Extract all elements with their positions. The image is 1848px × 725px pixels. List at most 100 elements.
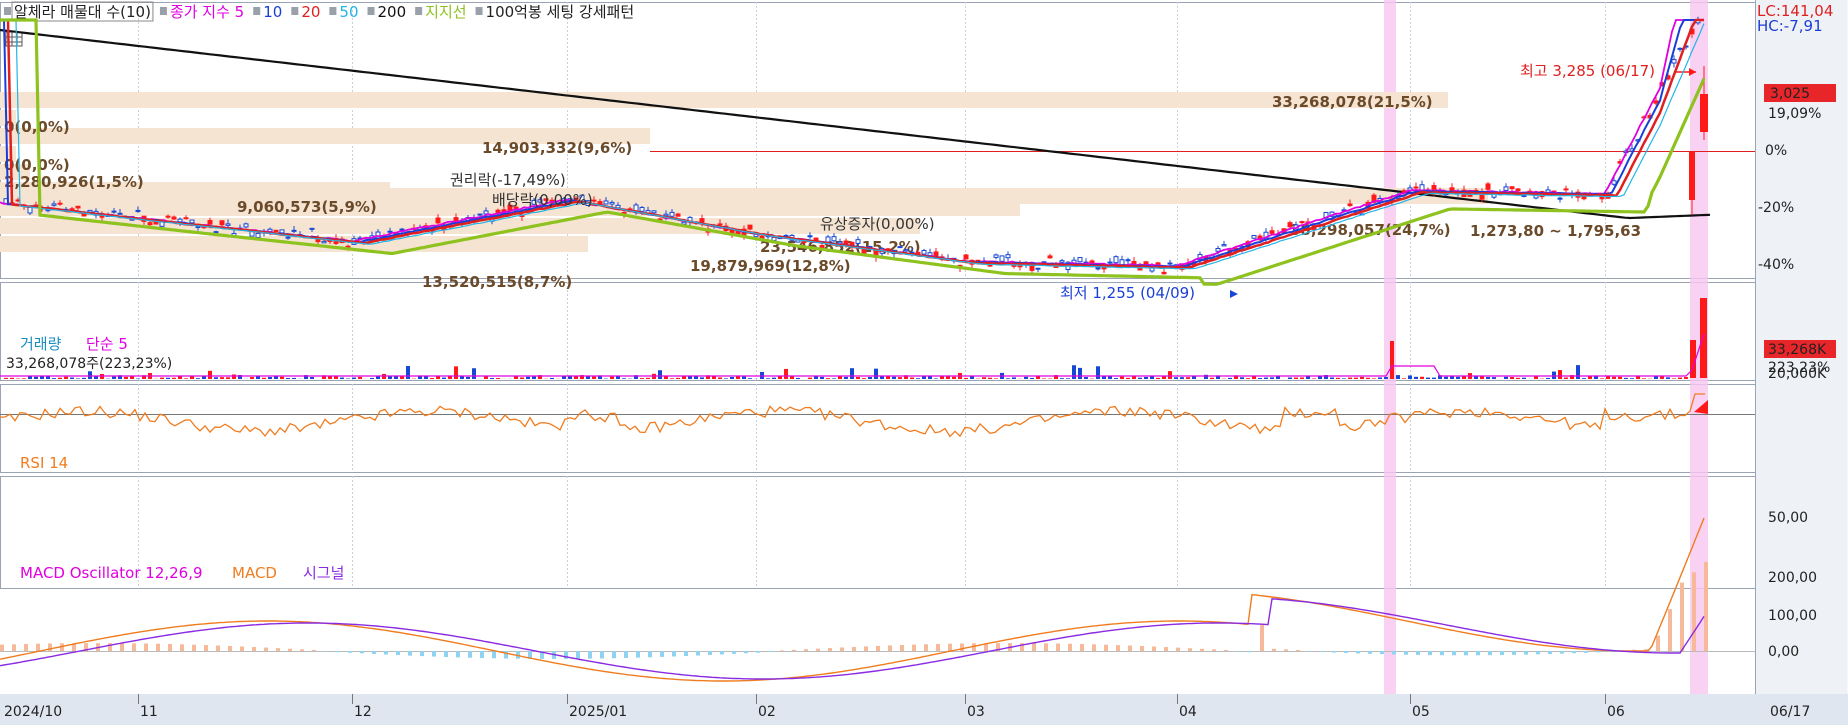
volume-bar xyxy=(1420,376,1424,379)
event-capital-increase: 유상증자(0,00%) xyxy=(820,215,935,233)
candle-body xyxy=(1563,188,1569,191)
volume-ma-label: 단순 5 xyxy=(86,335,128,353)
price-panel: 33,268,078(21,5%) 0(0,0%) 14,903,332(9,6%)… xyxy=(0,16,1755,298)
volume-band-label-7: 19,879,969(12,8%) xyxy=(690,257,851,275)
volume-bar xyxy=(916,378,920,379)
volume-bar xyxy=(1366,377,1370,379)
volume-bar xyxy=(1246,378,1250,379)
candle-body xyxy=(921,250,927,255)
volume-bar xyxy=(946,376,950,379)
macd-osc-bar xyxy=(372,651,376,654)
event-rights: 권리락(-17,49%) xyxy=(450,171,566,189)
macd-osc-bar xyxy=(288,648,292,651)
macd-osc-bar xyxy=(384,651,388,655)
candle-body xyxy=(1143,261,1149,265)
macd-osc-bar xyxy=(228,645,232,651)
volume-panel xyxy=(0,298,1707,379)
macd-osc-bar xyxy=(1368,651,1372,654)
volume-bar xyxy=(340,377,344,379)
volume-bar xyxy=(394,376,398,379)
volume-bar xyxy=(1600,378,1604,379)
candle-body xyxy=(1269,230,1275,234)
volume-bar xyxy=(1522,377,1526,379)
candle-body xyxy=(681,221,687,225)
volume-bar xyxy=(1546,377,1550,379)
macd-title: MACD Oscillator 12,26,9 xyxy=(20,564,203,582)
volume-band-label-2: 14,903,332(9,6%) xyxy=(482,139,632,157)
volume-bar xyxy=(1684,377,1688,379)
volume-bar xyxy=(1066,378,1070,379)
volume-bar xyxy=(1024,376,1028,379)
volume-bar xyxy=(436,376,440,379)
volume-bar xyxy=(10,377,14,379)
volume-bar xyxy=(172,377,176,379)
candle-body xyxy=(111,210,117,213)
volume-bar xyxy=(262,377,266,379)
candle-body xyxy=(747,224,753,230)
volume-bar xyxy=(1402,378,1406,379)
volume-bar xyxy=(1348,377,1352,379)
macd-osc-bar xyxy=(948,643,952,651)
candle-body xyxy=(147,222,153,226)
macd-osc-bar xyxy=(420,651,424,657)
candle-body xyxy=(825,236,831,243)
volume-bar xyxy=(610,376,614,379)
macd-osc-bar xyxy=(24,643,28,651)
volume-bar xyxy=(214,377,218,379)
volume-bar xyxy=(1372,378,1376,379)
legend-item-4: 50 xyxy=(339,3,358,21)
macd-osc-bar xyxy=(1200,648,1204,651)
candle-body xyxy=(225,223,231,226)
macd-tick-200: 200,00 xyxy=(1768,570,1817,586)
candle-body xyxy=(1503,186,1509,191)
candle-body xyxy=(477,213,483,216)
volume-bar xyxy=(1186,377,1190,379)
volume-bar xyxy=(472,368,476,379)
macd-osc-bar xyxy=(1332,651,1336,653)
macd-osc-bar xyxy=(1428,651,1432,656)
hc-readout: HC:-7,91 xyxy=(1757,17,1823,35)
signal-label: 시그널 xyxy=(303,564,344,582)
volume-bar xyxy=(352,377,356,379)
macd-osc-bar xyxy=(1272,648,1276,651)
macd-osc-bar xyxy=(1656,635,1660,651)
macd-osc-bar xyxy=(1056,643,1060,651)
volume-bar xyxy=(1168,371,1172,379)
range-note: 1,273,80 ~ 1,795,63 xyxy=(1470,222,1641,240)
rsi-panel xyxy=(0,393,1755,438)
candle-body xyxy=(1059,260,1065,263)
volume-bar xyxy=(310,377,314,379)
volume-bar xyxy=(1120,376,1124,379)
volume-bar xyxy=(250,377,254,379)
volume-bar xyxy=(898,377,902,379)
macd-osc-bar xyxy=(768,651,772,653)
macd-osc-bar xyxy=(1452,651,1456,656)
volume-bar xyxy=(808,377,812,379)
volume-bar xyxy=(1114,378,1118,379)
volume-bar xyxy=(1300,377,1304,379)
macd-osc-bar xyxy=(1488,651,1492,656)
event-dividend: 배당락(0,00%) xyxy=(492,191,593,209)
macd-osc-bar xyxy=(912,644,916,651)
volume-bar xyxy=(112,376,116,379)
macd-osc-bar xyxy=(1536,651,1540,655)
volume-bar xyxy=(184,378,188,379)
macd-line xyxy=(0,517,1705,682)
macd-osc-bar xyxy=(1572,651,1576,654)
macd-osc-bar xyxy=(168,644,172,651)
volume-bar xyxy=(988,377,992,379)
volume-bar xyxy=(1558,370,1562,379)
volume-band-label-0: 33,268,078(21,5%) xyxy=(1272,93,1433,111)
legend-marker-6 xyxy=(415,7,423,15)
volume-bar xyxy=(928,376,932,379)
macd-osc-bar xyxy=(1476,651,1480,656)
candle-body xyxy=(855,239,861,244)
macd-osc-bar xyxy=(1500,651,1504,656)
candle-body xyxy=(291,229,297,232)
volume-bar xyxy=(934,378,938,379)
legend-item-1: 종가 지수 5 xyxy=(170,3,244,21)
low-note: 최저 1,255 (04/09) xyxy=(1060,284,1195,302)
macd-osc-bar xyxy=(1512,651,1516,655)
stock-chart[interactable]: 알체라 매물대 수(10) 종가 지수 5 10 20 50 200 지지선 100억봉 세팅… xyxy=(0,0,1848,725)
volume-bar xyxy=(466,376,470,379)
